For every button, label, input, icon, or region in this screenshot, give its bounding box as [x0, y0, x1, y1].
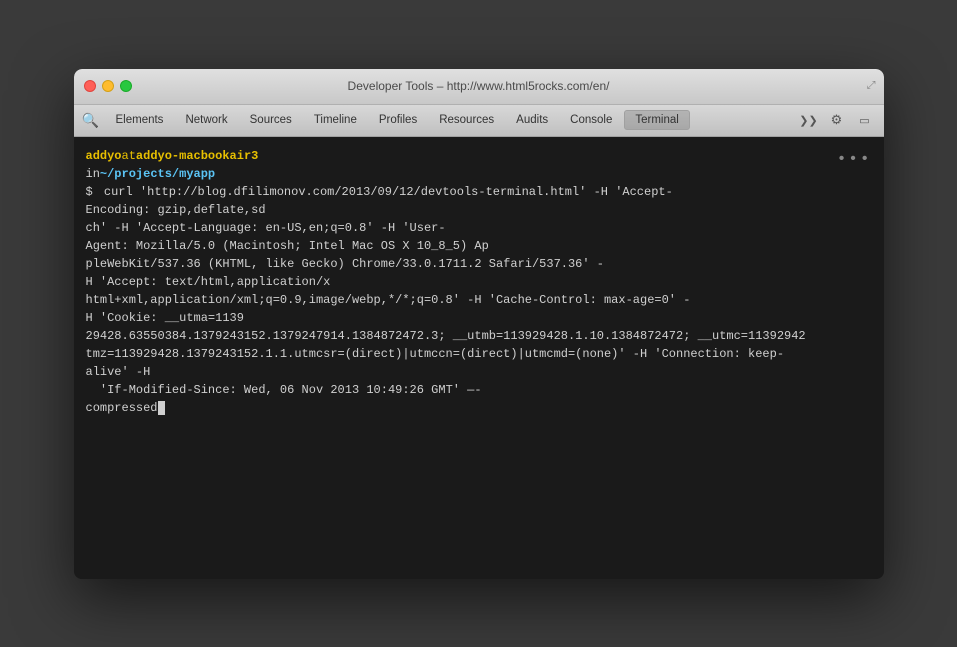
terminal-command: $ curl 'http://blog.dfilimonov.com/2013/…: [86, 183, 872, 417]
tab-elements[interactable]: Elements: [106, 111, 174, 129]
prompt-path: ~/projects/myapp: [100, 165, 215, 183]
prompt-host: addyo-macbookair3: [136, 147, 258, 165]
tab-sources[interactable]: Sources: [240, 111, 302, 129]
tab-timeline[interactable]: Timeline: [304, 111, 367, 129]
prompt-line: addyo at addyo-macbookair3: [86, 147, 872, 165]
prompt-path-line: in ~/projects/myapp: [86, 165, 872, 183]
cursor: [158, 401, 165, 415]
tab-console[interactable]: Console: [560, 111, 622, 129]
execute-icon[interactable]: ❯❯: [798, 109, 820, 131]
terminal-area[interactable]: ••• addyo at addyo-macbookair3 in ~/proj…: [74, 137, 884, 579]
tab-audits[interactable]: Audits: [506, 111, 558, 129]
traffic-lights: [84, 80, 132, 92]
titlebar: Developer Tools – http://www.html5rocks.…: [74, 69, 884, 105]
prompt-in: in: [86, 165, 100, 183]
tab-resources[interactable]: Resources: [429, 111, 504, 129]
minimize-button[interactable]: [102, 80, 114, 92]
dock-icon[interactable]: ▭: [854, 109, 876, 131]
resize-icon[interactable]: ⤢: [867, 80, 876, 93]
devtools-window: Developer Tools – http://www.html5rocks.…: [74, 69, 884, 579]
toolbar: 🔍 Elements Network Sources Timeline Prof…: [74, 105, 884, 137]
tab-terminal[interactable]: Terminal: [624, 110, 689, 130]
toolbar-icons: ❯❯ ⚙ ▭: [798, 109, 876, 131]
tab-network[interactable]: Network: [175, 111, 237, 129]
prompt-at: at: [122, 147, 136, 165]
maximize-button[interactable]: [120, 80, 132, 92]
window-title: Developer Tools – http://www.html5rocks.…: [348, 79, 610, 93]
terminal-dots: •••: [837, 147, 872, 171]
prompt-user: addyo: [86, 147, 122, 165]
tab-profiles[interactable]: Profiles: [369, 111, 427, 129]
settings-icon[interactable]: ⚙: [826, 109, 848, 131]
close-button[interactable]: [84, 80, 96, 92]
search-icon[interactable]: 🔍: [82, 111, 100, 129]
